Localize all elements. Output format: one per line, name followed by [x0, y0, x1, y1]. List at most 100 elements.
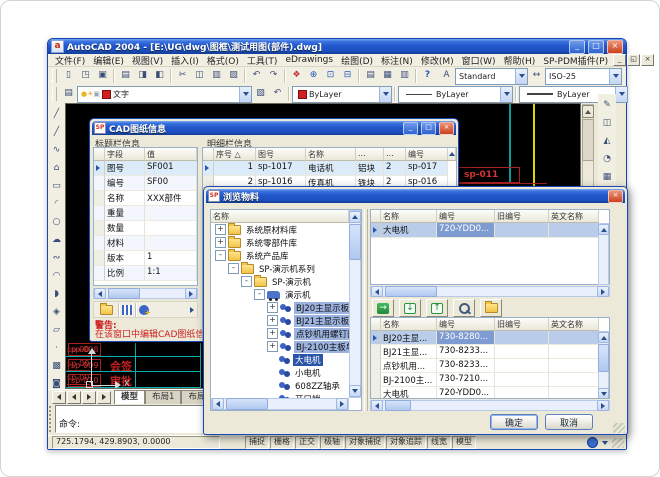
open-icon[interactable]: ◳ — [77, 68, 94, 84]
chevron-down-icon[interactable] — [500, 87, 512, 102]
publish-icon[interactable]: ◧ — [151, 68, 168, 84]
polyline-icon[interactable]: ∿ — [48, 143, 65, 159]
scroll-up-icon[interactable] — [582, 105, 594, 118]
menu-help[interactable]: 帮助(H) — [500, 54, 540, 67]
designcenter-icon[interactable]: ▦ — [379, 68, 396, 84]
plot-icon[interactable]: ▤ — [117, 68, 134, 84]
tree-header[interactable]: 名称 — [211, 210, 349, 223]
tree-item[interactable]: -系统产品库 — [211, 249, 349, 262]
titleblock-grid-hscrollbar[interactable] — [93, 288, 198, 299]
scroll-right-icon[interactable] — [336, 398, 348, 410]
command-grip[interactable] — [49, 406, 53, 432]
tab-model[interactable]: 模型 — [114, 390, 145, 404]
osnap-toggle[interactable]: 对象捕捉 — [345, 436, 385, 449]
column-header[interactable]: 序号 △ — [214, 148, 256, 161]
offset-icon[interactable]: ◔ — [599, 152, 616, 168]
resize-grip[interactable] — [612, 438, 624, 448]
dialog-close-button[interactable]: × — [608, 190, 623, 203]
column-header[interactable]: 名称 — [381, 318, 437, 331]
copy-object-icon[interactable]: ◫ — [599, 116, 616, 132]
scroll-left-icon[interactable] — [371, 400, 383, 411]
column-header[interactable]: 旧编号 — [495, 210, 549, 223]
rectangle-icon[interactable]: ▭ — [48, 179, 65, 195]
paste-icon[interactable]: ▥ — [208, 68, 225, 84]
text-style-combo[interactable]: Standard — [455, 68, 528, 85]
ortho-toggle[interactable]: 正交 — [295, 436, 319, 449]
scroll-right-icon[interactable] — [185, 288, 197, 299]
dialog-resize-grip[interactable] — [613, 423, 625, 433]
menu-modify[interactable]: 修改(M) — [417, 54, 458, 67]
plot-preview-icon[interactable]: ◨ — [134, 68, 151, 84]
tree-item[interactable]: 608ZZ轴承 — [211, 379, 349, 392]
scrollbar-thumb[interactable] — [226, 398, 268, 410]
overflow-chevron-icon[interactable] — [190, 307, 194, 313]
help-icon[interactable]: ? — [419, 68, 436, 84]
menu-sp-pdm[interactable]: SP-PDM插件(P) — [539, 54, 612, 67]
undo-icon[interactable]: ↶ — [248, 68, 265, 84]
scroll-up-icon[interactable] — [449, 152, 455, 156]
otrack-toggle[interactable]: 对象追踪 — [386, 436, 426, 449]
toolbar-grip[interactable] — [52, 87, 57, 101]
mdi-restore-button[interactable]: ◱ — [627, 54, 640, 66]
ellipse-icon[interactable]: ◠ — [48, 269, 65, 285]
tree-item[interactable]: 小电机 — [211, 366, 349, 379]
menu-edrawings[interactable]: eDrawings — [281, 55, 337, 65]
arc-icon[interactable]: ◜ — [48, 197, 65, 213]
table-row[interactable]: 材料 — [94, 236, 197, 251]
ok-button[interactable]: 确定 — [490, 414, 538, 430]
save-icon[interactable]: ▣ — [94, 68, 111, 84]
table-row[interactable]: 编号SF00 — [94, 176, 197, 191]
insert-block-icon[interactable]: ◈ — [48, 305, 65, 321]
window-titlebar[interactable]: a AutoCAD 2004 - [E:\UG\dwg\图框\测试用图(部件).… — [48, 39, 626, 54]
column-header[interactable]: 编号 — [437, 210, 495, 223]
open-folder-icon[interactable] — [100, 305, 113, 315]
top-table-hscrollbar[interactable] — [370, 286, 610, 297]
chevron-down-icon[interactable] — [239, 87, 251, 102]
move-up-icon[interactable]: ↑ — [426, 299, 448, 317]
scrollbar-thumb[interactable] — [108, 288, 140, 299]
polygon-icon[interactable]: ⌂ — [48, 161, 65, 177]
status-menu-icon[interactable] — [602, 441, 608, 445]
scroll-up-icon[interactable] — [598, 224, 609, 235]
table-row[interactable]: 名称XXX部件 — [94, 191, 197, 206]
column-header[interactable]: 图号 — [256, 148, 306, 161]
menu-view[interactable]: 视图(V) — [128, 54, 167, 67]
polar-toggle[interactable]: 极轴 — [320, 436, 344, 449]
menu-format[interactable]: 格式(O) — [203, 54, 243, 67]
list-hscrollbar[interactable] — [370, 400, 610, 411]
new-icon[interactable]: ▯ — [60, 68, 77, 84]
table-row[interactable]: 重量 — [94, 206, 197, 221]
mirror-icon[interactable]: ◭ — [599, 134, 616, 150]
layer-combo[interactable]: ● ☀ ▣ 文字 — [77, 86, 252, 103]
linetype-combo[interactable]: ByLayer — [398, 86, 513, 103]
scroll-down-icon[interactable] — [349, 385, 361, 397]
tree-item[interactable]: -SP-演示机系列 — [211, 262, 349, 275]
tab-layout1[interactable]: 布局1 — [145, 390, 181, 404]
table-row[interactable]: BJ20主显... 730-8280... — [371, 331, 609, 345]
minimize-button[interactable]: _ — [569, 40, 585, 54]
dialog-maximize-button[interactable]: □ — [421, 122, 436, 135]
table-row[interactable]: 比例1:1 — [94, 266, 197, 281]
move-down-icon[interactable]: ↓ — [399, 299, 421, 317]
ellipse-arc-icon[interactable]: ◗ — [48, 287, 65, 303]
match-properties-icon[interactable]: ▨ — [225, 68, 242, 84]
search-icon[interactable] — [453, 299, 475, 317]
menu-insert[interactable]: 插入(I) — [167, 54, 203, 67]
chevron-down-icon[interactable] — [615, 87, 627, 102]
table-row[interactable]: 大电机 720-YDD0... — [371, 387, 609, 399]
tree-item[interactable]: -演示机 — [211, 288, 349, 301]
make-object-layer-icon[interactable]: ▧ — [252, 86, 269, 102]
table-row[interactable]: 数量 — [94, 221, 197, 236]
dim-style-combo[interactable]: ISO-25 — [545, 68, 622, 85]
tree-item[interactable]: +系统原材料库 — [211, 223, 349, 236]
copy-icon[interactable]: ◫ — [191, 68, 208, 84]
column-header[interactable]: ... — [384, 148, 406, 161]
point-icon[interactable]: · — [48, 341, 65, 357]
browse-dialog-titlebar[interactable]: SP 浏览物料 × — [206, 189, 625, 203]
open-folder-icon[interactable] — [480, 299, 502, 317]
scrollbar-thumb[interactable] — [385, 400, 411, 411]
tab-last-icon[interactable] — [97, 391, 111, 404]
panel-divider[interactable] — [364, 209, 368, 411]
zoom-previous-icon[interactable]: ⊟ — [339, 68, 356, 84]
tree-item[interactable]: +系统零部件库 — [211, 236, 349, 249]
